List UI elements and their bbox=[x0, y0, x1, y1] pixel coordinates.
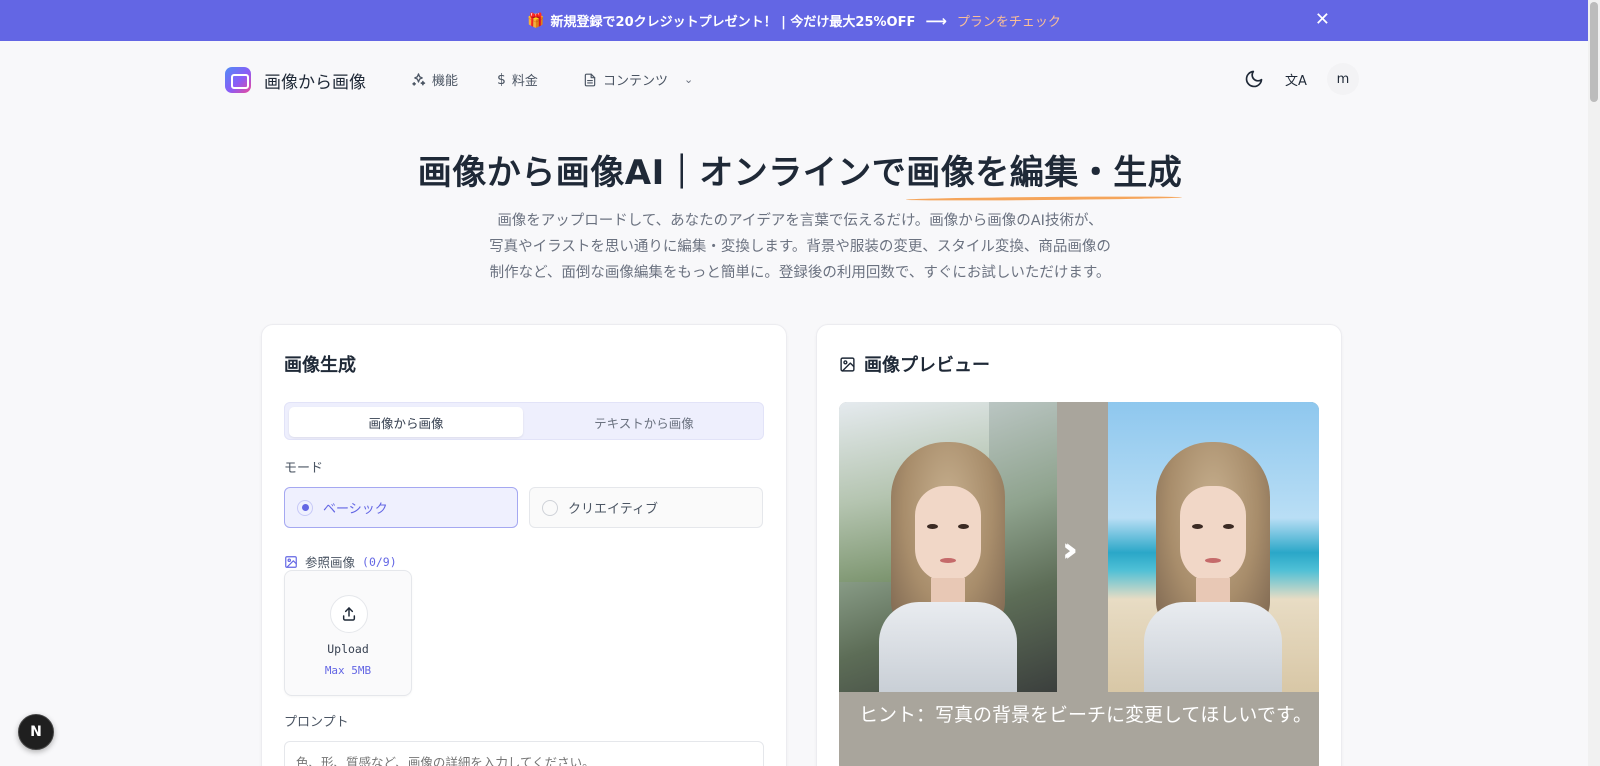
upload-icon bbox=[342, 607, 356, 621]
reference-images-text: 参照画像 bbox=[305, 555, 356, 570]
chevron-down-icon: ⌄ bbox=[684, 73, 694, 86]
double-chevron-right-icon: ›› bbox=[1062, 530, 1078, 570]
logo-icon[interactable] bbox=[225, 67, 251, 93]
promo-banner: 🎁 新規登録で20クレジットプレゼント！ | 今だけ最大25%OFF ⟶ プラン… bbox=[0, 0, 1588, 41]
promo-link[interactable]: プランをチェック bbox=[957, 11, 1061, 30]
reference-images-label: 参照画像 (0/9) bbox=[284, 552, 397, 571]
nav-item-label: 機能 bbox=[432, 74, 459, 89]
dollar-icon: $ bbox=[497, 71, 506, 88]
brand-name[interactable]: 画像から画像 bbox=[264, 68, 366, 93]
page-subtitle: 画像をアップロードして、あなたのアイデアを言葉で伝えるだけ。画像から画像のAI技… bbox=[0, 208, 1600, 286]
mode-option-label: クリエイティブ bbox=[568, 502, 658, 517]
preview-image: ›› ヒント：写真の背景をビーチに変更してほしいです。 bbox=[839, 402, 1319, 766]
close-icon[interactable]: ✕ bbox=[1315, 9, 1330, 30]
upload-icon-circle bbox=[330, 595, 368, 633]
upload-max-size: Max 5MB bbox=[324, 664, 372, 677]
nav-item-label: 料金 bbox=[511, 74, 538, 89]
reference-images-count: (0/9) bbox=[362, 554, 397, 569]
mode-label: モード bbox=[284, 461, 324, 476]
gift-icon: 🎁 bbox=[527, 12, 545, 29]
radio-unselected-icon bbox=[542, 499, 558, 516]
radio-selected-icon bbox=[297, 499, 313, 516]
person-figure bbox=[1138, 442, 1288, 692]
translate-icon: 文A bbox=[1285, 73, 1307, 89]
nav-item-pricing[interactable]: $ 料金 bbox=[497, 70, 538, 90]
generator-tabs: 画像から画像 テキストから画像 bbox=[284, 402, 764, 440]
mode-option-basic[interactable]: ベーシック bbox=[284, 487, 518, 528]
image-icon bbox=[840, 356, 855, 372]
preview-hint: ヒント：写真の背景をビーチに変更してほしいです。 bbox=[839, 692, 1319, 766]
arrow-right-icon: ⟶ bbox=[925, 11, 947, 30]
subtitle-line: 写真やイラストを思い通りに編集・変換します。背景や服装の変更、スタイル変換、商品… bbox=[489, 239, 1111, 255]
upload-dropzone[interactable]: Upload Max 5MB bbox=[284, 570, 412, 696]
nav-item-contents[interactable]: コンテンツ ⌄ bbox=[583, 70, 693, 89]
after-photo bbox=[1108, 402, 1319, 692]
language-button[interactable]: 文A bbox=[1280, 63, 1312, 95]
scrollbar[interactable] bbox=[1588, 0, 1600, 766]
generator-card: 画像生成 画像から画像 テキストから画像 モード ベーシック クリエイティブ 参… bbox=[261, 324, 787, 766]
nav-item-features[interactable]: 機能 bbox=[411, 70, 458, 89]
mode-option-label: ベーシック bbox=[323, 502, 388, 517]
tab-text-to-image[interactable]: テキストから画像 bbox=[527, 407, 761, 437]
before-photo bbox=[839, 402, 1057, 692]
page-title-plain: 画像から画像AI｜オンラインで bbox=[417, 153, 907, 193]
dark-mode-toggle[interactable] bbox=[1238, 63, 1270, 95]
page-title-highlight: 画像を編集・生成 bbox=[906, 145, 1182, 194]
document-icon bbox=[584, 73, 596, 86]
image-icon bbox=[285, 555, 297, 568]
tab-image-to-image[interactable]: 画像から画像 bbox=[289, 407, 523, 437]
mode-option-creative[interactable]: クリエイティブ bbox=[529, 487, 763, 528]
floating-n-button[interactable]: N bbox=[18, 714, 54, 750]
generator-title: 画像生成 bbox=[284, 355, 356, 376]
avatar[interactable]: m bbox=[1327, 63, 1359, 95]
upload-label: Upload bbox=[327, 642, 369, 656]
preview-card: 画像プレビュー ›› ヒント：写真の背景をビーチに変更してほしいです。 bbox=[816, 324, 1342, 766]
subtitle-line: 画像をアップロードして、あなたのアイデアを言葉で伝えるだけ。画像から画像のAI技… bbox=[497, 213, 1103, 229]
page-title: 画像から画像AI｜オンラインで画像を編集・生成 bbox=[0, 145, 1600, 194]
preview-title: 画像プレビュー bbox=[864, 355, 990, 376]
preview-title-row: 画像プレビュー bbox=[839, 351, 990, 377]
top-nav: 画像から画像 機能 $ 料金 コンテンツ ⌄ 文A m bbox=[0, 41, 1588, 117]
subtitle-line: 制作など、面倒な画像編集をもっと簡単に。登録後の利用回数で、すぐにお試しいただけ… bbox=[489, 265, 1111, 281]
moon-icon bbox=[1245, 70, 1263, 88]
prompt-input[interactable] bbox=[284, 741, 764, 766]
person-figure bbox=[873, 442, 1023, 692]
scrollbar-thumb[interactable] bbox=[1590, 2, 1598, 102]
promo-text: 新規登録で20クレジットプレゼント！ | 今だけ最大25%OFF bbox=[550, 15, 916, 30]
prompt-label: プロンプト bbox=[284, 715, 349, 730]
nav-item-label: コンテンツ bbox=[603, 74, 669, 89]
sparkles-icon bbox=[412, 73, 426, 86]
